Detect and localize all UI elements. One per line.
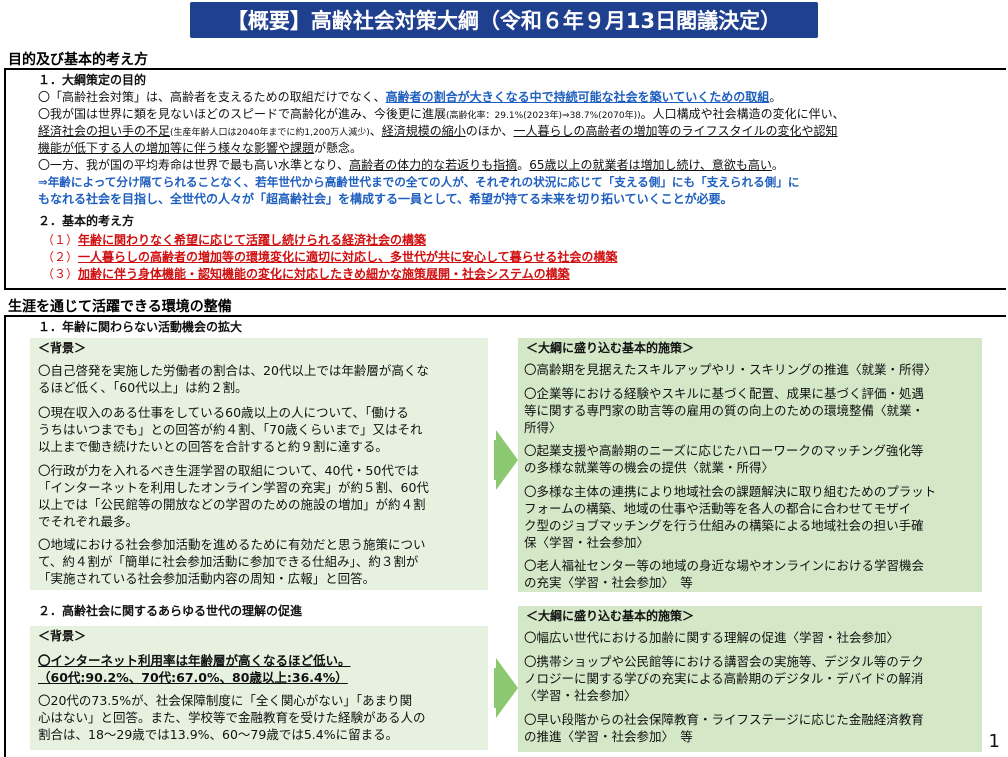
bg1-line-11: て、約４割が「簡単に社会参加活動に参加できる仕組み」、約３割が [38, 554, 419, 569]
measure2-line-6: の推進〈学習・社会参加〉 等 [524, 729, 693, 744]
measure1-line-8: フォームの構築、地域の仕事や活動等を各人の都合に合わせてモザイ [524, 501, 912, 516]
page-number: 1 [988, 731, 1000, 752]
bg1-line-4: うちはいつまでも」との回答が約４割、「70歳くらいまで」又はそれ [38, 422, 423, 437]
bg2-line-4: 心はない」と回答。また、学校等で金融教育を受けた経験がある人の [38, 710, 426, 725]
section2-sub1: １．年齢に関わらない活動機会の拡大 [38, 320, 243, 334]
measure1-line-7: 〇多様な主体の連携により地域社会の課題解決に取り組むためのプラット [524, 484, 937, 499]
background-label: ＜背景＞ [38, 341, 87, 355]
arrow-right-icon [496, 658, 518, 718]
paragraph-5: 〇一方、我が国の平均寿命は世界で最も高い水準となり、高齢者の体力的な若返りも指摘… [38, 158, 784, 172]
bg1-line-10: 〇地域における社会参加活動を進めるために有効だと思う施策につい [38, 537, 426, 552]
background-label-2: ＜背景＞ [38, 629, 87, 643]
measure1-line-6: の多様な就業等の機会の提供〈就業・所得〉 [524, 460, 775, 475]
measures-panel-1: ＜大綱に盛り込む基本的施策＞ 〇高齢期を見据えたスキルアップやリ・スキリングの推… [518, 338, 982, 592]
bg1-line-2: るほど低く、「60代以上」は約２割。 [38, 380, 248, 395]
paragraph-1: 〇「高齢社会対策」は、高齢者を支えるための取組だけでなく、高齢者の割合が大きくな… [38, 90, 782, 104]
bg1-line-8: 以上では「公民館等の開放などの学習のための施設の増加」が約４割 [38, 497, 426, 512]
background-panel-2: ＜背景＞ 〇インターネット利用率は年齢層が高くなるほど低い。 （60代:90.2… [30, 626, 488, 750]
measure1-line-5: 〇起業支援や高齢期のニーズに応じたハローワークのマッチング強化等 [524, 443, 924, 458]
bg1-line-6: 〇行政が力を入れるべき生涯学習の取組について、40代・50代では [38, 463, 419, 478]
bg1-line-12: 「実施されている社会参加活動内容の周知・広報」と回答。 [38, 571, 376, 586]
bg1-line-3: 〇現在収入のある仕事をしている60歳以上の人について、「働ける [38, 405, 409, 420]
arrow-right-icon [496, 430, 518, 490]
section1-sub2: ２．基本的考え方 [38, 214, 135, 228]
principle-1: （１）年齢に関わりなく希望に応じて活躍し続けられる経済社会の構築 [42, 233, 427, 247]
bg2-line-1: 〇インターネット利用率は年齢層が高くなるほど低い。 [38, 653, 351, 668]
measure1-line-3: 等に関する専門家の助言等の雇用の質の向上のための環境整備〈就業・ [524, 403, 925, 418]
measure2-line-3: ノロジーに関する学びの充実による高齢期のデジタル・デバイドの解消 [524, 671, 924, 686]
measure1-line-9: ク型のジョブマッチングを行う仕組みの構築による地域社会の担い手確 [524, 518, 924, 533]
principle-3: （３）加齢に伴う身体機能・認知機能の変化に対応したきめ細かな施策展開・社会システ… [42, 267, 570, 281]
bg1-line-7: 「インターネットを利用したオンライン学習の充実」が約５割、60代 [38, 480, 429, 495]
background-panel-1: ＜背景＞ 〇自己啓発を実施した労働者の割合は、20代以上では年齢層が高くな るほ… [30, 338, 488, 590]
measure1-line-4: 所得〉 [524, 420, 562, 435]
measure2-line-5: 〇早い段階からの社会保障教育・ライフステージに応じた金融経済教育 [524, 712, 924, 727]
bg1-line-1: 〇自己啓発を実施した労働者の割合は、20代以上では年齢層が高くな [38, 363, 429, 378]
measure2-line-4: 〈学習・社会参加〉 [524, 688, 637, 703]
bg2-line-3: 〇20代の73.5%が、社会保障制度に「全く関心がない」「あまり関 [38, 693, 413, 708]
measure1-line-1: 〇高齢期を見据えたスキルアップやリ・スキリングの推進〈就業・所得〉 [524, 362, 937, 377]
bg1-line-5: 以上まで働き続けたいとの回答を合計すると約９割に達する。 [38, 439, 388, 454]
measures-panel-2: ＜大綱に盛り込む基本的施策＞ 〇幅広い世代における加齢に関する理解の促進〈学習・… [518, 606, 982, 752]
bg2-line-5: 割合は、18～29歳では13.9%、60～79歳では5.4%に留まる。 [38, 727, 399, 742]
measure1-line-11: 〇老人福祉センター等の地域の身近な場やオンラインにおける学習機会 [524, 558, 925, 573]
conclusion-line-1: ⇒年齢によって分け隔てられることなく、若年世代から高齢世代までの全ての人が、それ… [38, 175, 800, 189]
section2-sub2: ２．高齢社会に関するあらゆる世代の理解の促進 [38, 604, 303, 618]
conclusion-line-2: もなれる社会を目指し、全世代の人々が「超高齢社会」を構成する一員として、希望が持… [38, 192, 733, 206]
section1-sub1: １．大綱策定の目的 [38, 73, 147, 87]
measure2-line-1: 〇幅広い世代における加齢に関する理解の促進〈学習・社会参加〉 [524, 630, 900, 645]
measure2-line-2: 〇携帯ショップや公民館等における講習会の実施等、デジタル等のテク [524, 654, 924, 669]
measure1-line-12: の充実〈学習・社会参加〉 等 [524, 575, 693, 590]
paragraph-4: 機能が低下する人の増加等に伴う様々な影響や課題が懸念。 [38, 141, 363, 155]
page-title: 【概要】高齢社会対策大綱（令和６年９月13日閣議決定） [190, 2, 818, 38]
measure1-line-2: 〇企業等における経験やスキルに基づく配置、成果に基づく評価・処遇 [524, 386, 925, 401]
bg1-line-9: でそれぞれ最多。 [38, 514, 139, 529]
section2-heading: 生涯を通じて活躍できる環境の整備 [8, 299, 232, 315]
section1-heading: 目的及び基本的考え方 [8, 52, 148, 68]
measure1-line-10: 保〈学習・社会参加〉 [524, 535, 650, 550]
measures-label: ＜大綱に盛り込む基本的施策＞ [526, 341, 695, 355]
measures-label-2: ＜大綱に盛り込む基本的施策＞ [526, 609, 695, 623]
bg2-line-2: （60代:90.2%、70代:67.0%、80歳以上:36.4%） [38, 670, 348, 685]
principle-2: （２）一人暮らしの高齢者の増加等の環境変化に適切に対応し、多世代が共に安心して暮… [42, 250, 618, 264]
